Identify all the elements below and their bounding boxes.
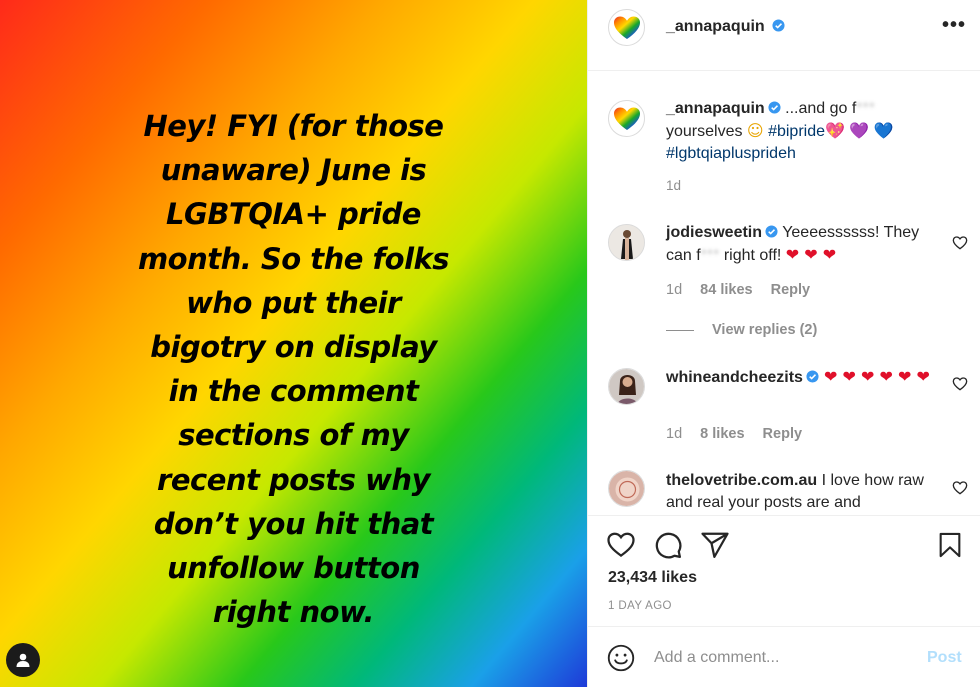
likes-count[interactable]: 23,434 likes bbox=[608, 569, 697, 587]
relieved-emoji: ☺ bbox=[746, 121, 764, 140]
comment-bubble-icon[interactable] bbox=[653, 530, 683, 560]
caption-body-line2: yourselves bbox=[666, 123, 747, 140]
view-replies-label: View replies (2) bbox=[712, 322, 818, 338]
like-heart-icon[interactable] bbox=[606, 530, 636, 560]
view-replies-button[interactable]: View replies (2) bbox=[666, 322, 817, 338]
header-username[interactable]: _annapaquin bbox=[666, 18, 765, 35]
verified-badge-icon bbox=[765, 225, 778, 238]
comment-meta: 1d 84 likes Reply bbox=[666, 282, 824, 298]
caption-username[interactable]: _annapaquin bbox=[666, 100, 765, 117]
user-icon bbox=[16, 653, 30, 667]
comment-username[interactable]: whineandcheezits bbox=[666, 369, 803, 386]
comment-likes[interactable]: 8 likes bbox=[700, 426, 744, 442]
reply-button[interactable]: Reply bbox=[763, 426, 803, 442]
comment-username[interactable]: thelovetribe.com.au bbox=[666, 472, 817, 489]
verified-badge-icon bbox=[772, 19, 785, 32]
rainbow-heart-icon bbox=[613, 16, 640, 39]
add-comment-bar: Post bbox=[588, 626, 980, 687]
caption-time: 1d bbox=[666, 178, 682, 193]
heart-icon[interactable] bbox=[952, 235, 968, 251]
profile-photo-icon bbox=[609, 471, 644, 506]
commenter-avatar[interactable] bbox=[608, 224, 645, 261]
comment-text: thelovetribe.com.au I love how raw and r… bbox=[666, 470, 944, 514]
caption-avatar[interactable] bbox=[608, 100, 645, 137]
commenter-avatar[interactable] bbox=[608, 368, 645, 405]
post-image-text: Hey! FYI (for those unaware) June is LGB… bbox=[137, 109, 450, 630]
post-button[interactable]: Post bbox=[927, 649, 962, 667]
profile-photo-icon bbox=[609, 369, 644, 404]
reply-button[interactable]: Reply bbox=[771, 282, 811, 298]
comment-meta: 1d 8 likes Reply bbox=[666, 426, 816, 442]
sparkling-heart-emoji: 💖 bbox=[825, 121, 845, 140]
bookmark-icon[interactable] bbox=[936, 530, 964, 560]
share-paper-plane-icon[interactable] bbox=[700, 530, 730, 560]
purple-heart-emoji: 💜 bbox=[849, 121, 870, 140]
comments-list: _annapaquin ...and go f*** yourselves ☺ … bbox=[588, 72, 980, 515]
tagged-user-button[interactable] bbox=[6, 643, 40, 677]
rainbow-heart-icon bbox=[613, 107, 640, 130]
action-bar: 23,434 likes 1 DAY AGO bbox=[588, 515, 980, 625]
verified-badge-icon bbox=[768, 101, 781, 114]
censored-word: *** bbox=[700, 247, 720, 264]
comment-time: 1d bbox=[666, 426, 683, 442]
hashtag-bipride[interactable]: #bipride bbox=[768, 123, 825, 140]
comment-username[interactable]: jodiesweetin bbox=[666, 224, 762, 241]
blue-heart-emoji: 💙 bbox=[873, 121, 894, 140]
heart-icon[interactable] bbox=[952, 480, 968, 496]
divider bbox=[666, 329, 694, 331]
verified-badge-icon bbox=[806, 370, 819, 383]
comment-body-end: right off! bbox=[719, 247, 786, 264]
post-time: 1 DAY AGO bbox=[608, 600, 672, 612]
more-options-button[interactable]: ••• bbox=[940, 15, 968, 40]
caption-text: _annapaquin ...and go f*** yourselves ☺ … bbox=[666, 98, 944, 165]
post-header: _annapaquin ••• bbox=[588, 0, 980, 71]
post-image[interactable]: Hey! FYI (for those unaware) June is LGB… bbox=[0, 0, 587, 687]
comment-likes[interactable]: 84 likes bbox=[700, 282, 752, 298]
comment-text: whineandcheezits ❤ ❤ ❤ ❤ ❤ ❤ bbox=[666, 366, 944, 389]
comment-time: 1d bbox=[666, 282, 683, 298]
comment-text: jodiesweetin Yeeeessssss! They can f*** … bbox=[666, 222, 944, 267]
profile-photo-icon bbox=[609, 225, 644, 260]
red-hearts-emoji: ❤ ❤ ❤ bbox=[785, 245, 837, 264]
red-hearts-emoji: ❤ ❤ ❤ ❤ ❤ ❤ bbox=[818, 367, 930, 386]
emoji-smiley-icon[interactable] bbox=[607, 644, 635, 672]
censored-word: *** bbox=[856, 100, 875, 117]
heart-icon[interactable] bbox=[952, 376, 968, 392]
commenter-avatar[interactable] bbox=[608, 470, 645, 507]
post-details-panel: _annapaquin ••• _annapaquin ...and go f*… bbox=[587, 0, 980, 687]
hashtag-lgbtqiapluspride[interactable]: #lgbtqiaplusprideh bbox=[666, 145, 796, 162]
caption-body: ...and go f bbox=[780, 100, 857, 117]
comment-input[interactable] bbox=[654, 647, 904, 669]
avatar[interactable] bbox=[608, 9, 645, 46]
